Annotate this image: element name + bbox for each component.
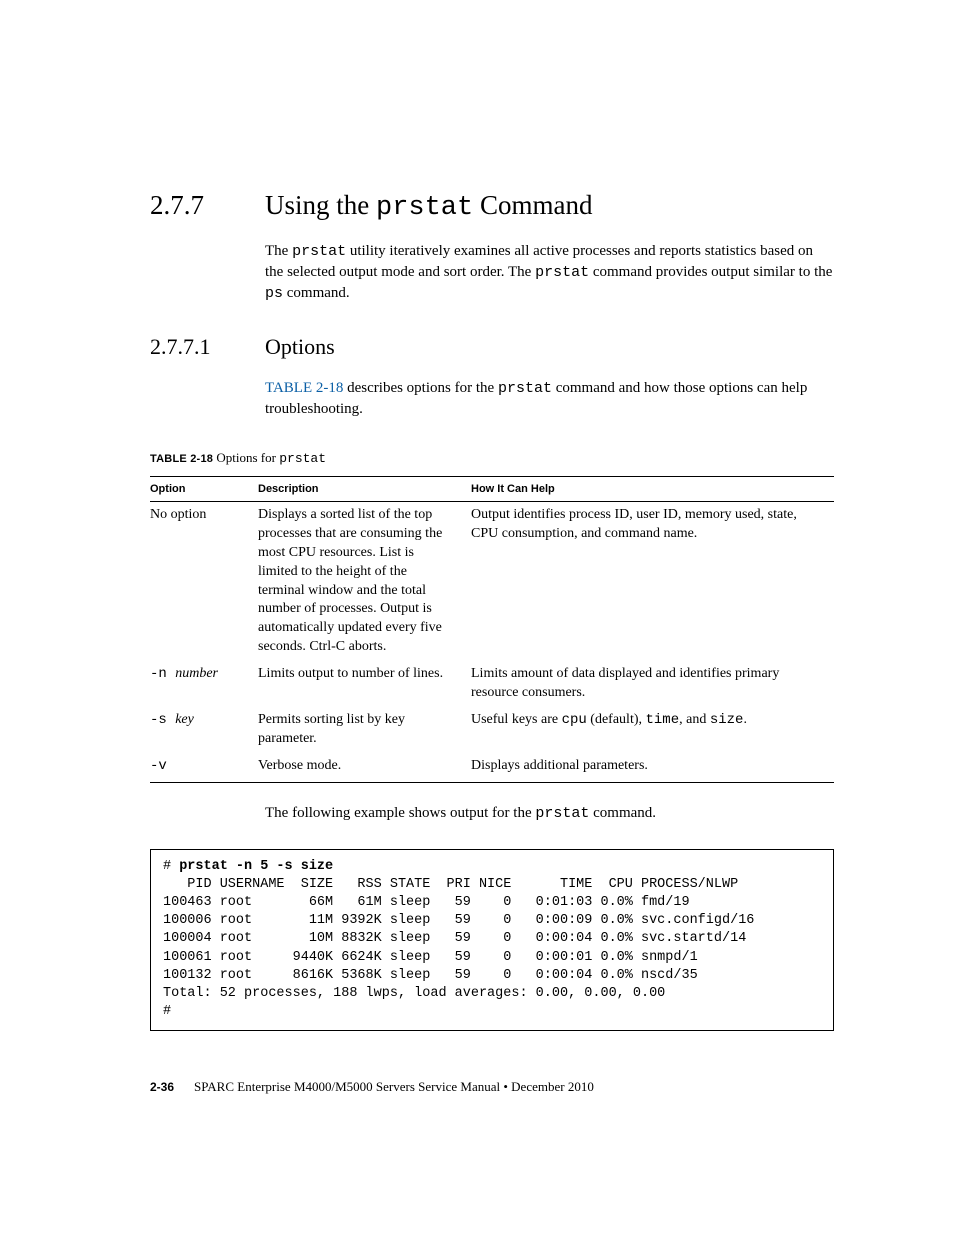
- cell-description: Displays a sorted list of the top proces…: [258, 502, 471, 662]
- cell-option: -s key: [150, 707, 258, 753]
- table-row: -v Verbose mode. Displays additional par…: [150, 753, 834, 782]
- ex-c1: prstat: [535, 805, 589, 822]
- ex-t1: The following example shows output for t…: [265, 805, 535, 821]
- prompt: #: [163, 859, 179, 874]
- subsection-heading: 2.7.7.1 Options: [150, 334, 834, 360]
- table-header-row: Option Description How It Can Help: [150, 477, 834, 502]
- example-intro: The following example shows output for t…: [265, 803, 834, 824]
- code-line: 100463 root 66M 61M sleep 59 0 0:01:03 0…: [163, 895, 690, 910]
- opt-code: -s: [150, 712, 175, 728]
- intro-paragraph: The prstat utility iteratively examines …: [265, 241, 834, 304]
- intro-t3: command provides output similar to the: [589, 264, 832, 280]
- cell-description: Permits sorting list by key parameter.: [258, 707, 471, 753]
- cell-option: -v: [150, 753, 258, 782]
- intro-t1: The: [265, 243, 292, 259]
- code-example: # prstat -n 5 -s size PID USERNAME SIZE …: [150, 849, 834, 1031]
- section-heading: 2.7.7 Using the prstat Command: [150, 190, 834, 223]
- page-number: 2-36: [150, 1080, 174, 1094]
- section-title-pre: Using the: [265, 190, 376, 220]
- section-title-code: prstat: [376, 193, 473, 223]
- cell-help: Limits amount of data displayed and iden…: [471, 661, 834, 707]
- opt-arg: number: [175, 666, 218, 681]
- cell-option: No option: [150, 502, 258, 662]
- h-c3: size: [710, 712, 744, 728]
- subsection-title: Options: [265, 334, 335, 360]
- h-c2: time: [646, 712, 680, 728]
- oi-c1: prstat: [498, 380, 552, 397]
- intro-c2: prstat: [535, 264, 589, 281]
- cell-description: Limits output to number of lines.: [258, 661, 471, 707]
- code-line: 100004 root 10M 8832K sleep 59 0 0:00:04…: [163, 931, 746, 946]
- opt-code: -n: [150, 666, 175, 682]
- h-m1: (default),: [587, 712, 646, 727]
- table-caption: TABLE 2-18 Options for prstat: [150, 450, 834, 466]
- page-footer: 2-36 SPARC Enterprise M4000/M5000 Servers…: [150, 1079, 594, 1095]
- code-line: 100061 root 9440K 6624K sleep 59 0 0:00:…: [163, 950, 698, 965]
- options-table: Option Description How It Can Help No op…: [150, 476, 834, 783]
- cell-help: Output identifies process ID, user ID, m…: [471, 502, 834, 662]
- table-row: -s key Permits sorting list by key param…: [150, 707, 834, 753]
- h-m2: , and: [679, 712, 710, 727]
- code-line: 100006 root 11M 9392K sleep 59 0 0:00:09…: [163, 913, 754, 928]
- table-ref-link[interactable]: TABLE 2-18: [265, 380, 343, 396]
- h-post: .: [743, 712, 747, 727]
- cell-help: Displays additional parameters.: [471, 753, 834, 782]
- table-caption-label: TABLE 2-18: [150, 453, 213, 465]
- table-caption-code: prstat: [279, 451, 326, 466]
- code-line: PID USERNAME SIZE RSS STATE PRI NICE TIM…: [163, 877, 738, 892]
- footer-text: SPARC Enterprise M4000/M5000 Servers Ser…: [194, 1079, 594, 1094]
- table-row: No option Displays a sorted list of the …: [150, 502, 834, 662]
- intro-t4: command.: [283, 285, 350, 301]
- h-c1: cpu: [562, 712, 587, 728]
- ex-t2: command.: [589, 805, 656, 821]
- opt-code: -v: [150, 758, 167, 774]
- page: 2.7.7 Using the prstat Command The prsta…: [0, 0, 954, 1235]
- code-line: #: [163, 1004, 171, 1019]
- options-intro: TABLE 2-18 describes options for the prs…: [265, 378, 834, 420]
- code-line: Total: 52 processes, 188 lwps, load aver…: [163, 986, 665, 1001]
- subsection-number: 2.7.7.1: [150, 334, 265, 360]
- table-caption-pre: Options for: [213, 450, 279, 465]
- table-row: -n number Limits output to number of lin…: [150, 661, 834, 707]
- cell-option: -n number: [150, 661, 258, 707]
- th-option: Option: [150, 477, 258, 502]
- intro-c1: prstat: [292, 243, 346, 260]
- h-pre: Useful keys are: [471, 712, 562, 727]
- command: prstat -n 5 -s size: [179, 859, 333, 874]
- code-line: 100132 root 8616K 5368K sleep 59 0 0:00:…: [163, 968, 698, 983]
- section-title: Using the prstat Command: [265, 190, 592, 223]
- oi-t1: describes options for the: [343, 380, 498, 396]
- th-help: How It Can Help: [471, 477, 834, 502]
- section-title-post: Command: [473, 190, 592, 220]
- cell-description: Verbose mode.: [258, 753, 471, 782]
- cell-help: Useful keys are cpu (default), time, and…: [471, 707, 834, 753]
- intro-c3: ps: [265, 285, 283, 302]
- th-description: Description: [258, 477, 471, 502]
- section-number: 2.7.7: [150, 190, 265, 221]
- opt-arg: key: [175, 712, 194, 727]
